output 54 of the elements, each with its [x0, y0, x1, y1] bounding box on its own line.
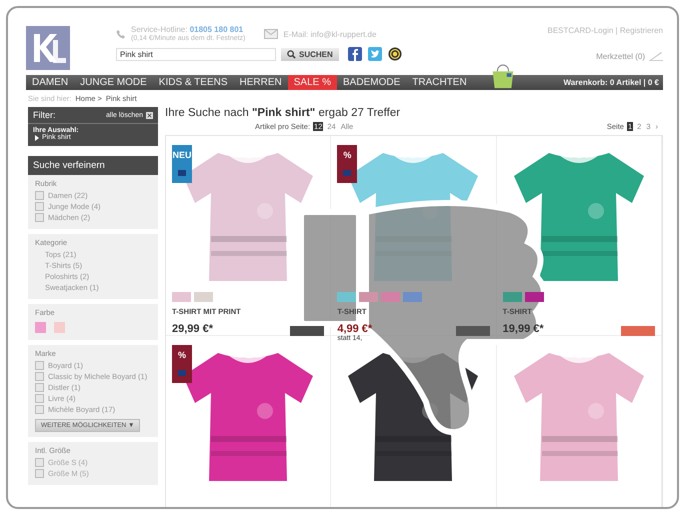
price-tag: %: [337, 145, 358, 183]
results-title: Ihre Suche nach "Pink shirt" ergab 27 Treffer: [165, 107, 402, 119]
hotline-label: Service-Hotline:: [131, 25, 188, 34]
pencil-icon: [649, 51, 663, 61]
color-swatch[interactable]: [337, 292, 356, 302]
email-text: E-Mail: info@kl-ruppert.de: [283, 30, 376, 39]
search-field[interactable]: Pink shirt: [116, 48, 276, 61]
nav-item[interactable]: DAMEN: [26, 75, 74, 90]
nav-item[interactable]: JUNGE MODE: [74, 75, 153, 90]
search-button[interactable]: SUCHEN: [281, 48, 339, 61]
checkbox[interactable]: [35, 383, 44, 392]
mail-icon: [264, 29, 278, 40]
twitter-icon[interactable]: [368, 47, 382, 62]
phone-icon: [116, 29, 126, 40]
seal-icon[interactable]: [388, 47, 402, 62]
nav-item[interactable]: HERREN: [234, 75, 288, 90]
refine-header: Suche verfeinern: [28, 156, 158, 175]
facebook-icon[interactable]: [348, 47, 362, 62]
nav-item[interactable]: KIDS & TEENS: [152, 75, 234, 90]
color-swatch[interactable]: [403, 292, 422, 302]
color-swatch[interactable]: [172, 292, 191, 302]
color-swatch[interactable]: [54, 322, 65, 333]
product-price: 4,99 €*: [337, 323, 372, 335]
filter-title: Filter:: [33, 110, 56, 120]
checkbox[interactable]: [35, 405, 44, 414]
checkbox[interactable]: [35, 213, 44, 222]
color-swatch[interactable]: [359, 292, 378, 302]
price-tag: NEU: [172, 145, 192, 183]
color-swatch[interactable]: [502, 292, 522, 302]
checkbox[interactable]: [35, 361, 44, 370]
close-icon[interactable]: [146, 112, 153, 118]
checkbox[interactable]: [35, 202, 44, 211]
product-price: 19,99 €*: [502, 323, 544, 335]
color-swatch[interactable]: [381, 292, 400, 302]
color-swatch[interactable]: [35, 322, 46, 333]
logo-icon[interactable]: [26, 26, 70, 70]
checkbox[interactable]: [35, 372, 44, 381]
search-icon: [287, 50, 296, 59]
product-price: 29,99 €*: [172, 323, 213, 335]
login-link[interactable]: BESTCARD-Login: [548, 26, 614, 35]
price-tag: %: [172, 345, 192, 383]
checkbox[interactable]: [35, 394, 44, 403]
checkbox[interactable]: [35, 191, 44, 200]
color-swatch[interactable]: [524, 292, 544, 302]
nav-item[interactable]: TRACHTEN: [406, 75, 473, 90]
wishlist-link[interactable]: Merkzettel (0): [596, 52, 645, 60]
color-swatch[interactable]: [194, 292, 213, 302]
hotline-number: 01805 180 801: [190, 25, 244, 34]
triangle-icon: [35, 134, 39, 140]
nav-item[interactable]: BADEMODE: [337, 75, 406, 90]
separator-text: |: [616, 26, 618, 35]
nav-item[interactable]: SALE %: [288, 75, 338, 90]
cart-summary[interactable]: Warenkorb: 0 Artikel | 0 €: [564, 78, 663, 87]
register-link[interactable]: Registrieren: [620, 26, 663, 35]
